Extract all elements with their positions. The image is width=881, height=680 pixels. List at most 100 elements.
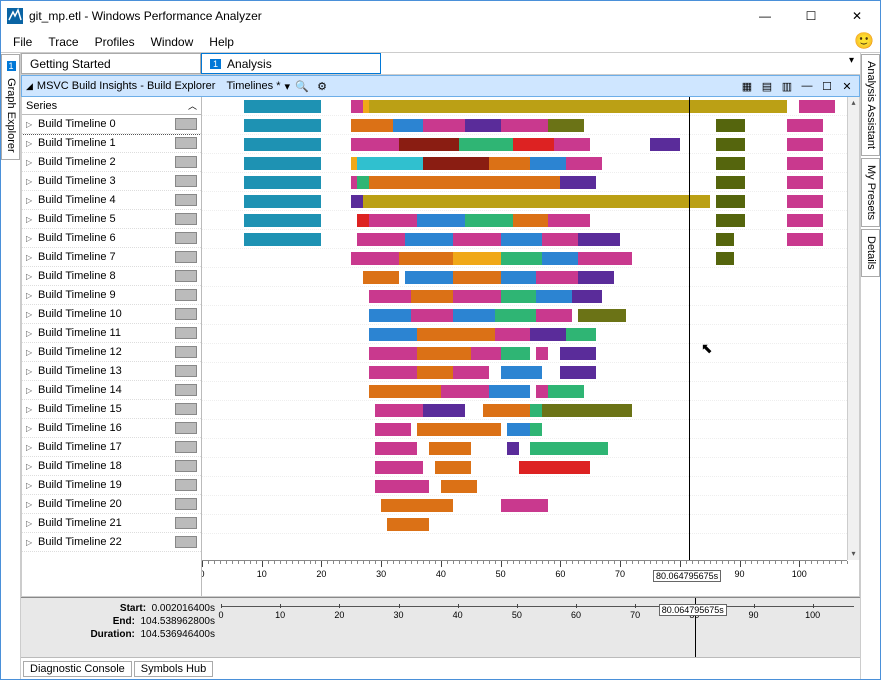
series-row[interactable]: ▷Build Timeline 14 xyxy=(22,381,201,400)
timeline-segment[interactable] xyxy=(244,176,322,189)
expand-icon[interactable]: ▷ xyxy=(26,538,34,547)
expand-icon[interactable]: ▷ xyxy=(26,462,34,471)
timeline-segment[interactable] xyxy=(716,252,734,265)
timeline-segment[interactable] xyxy=(787,138,823,151)
scroll-down-icon[interactable]: ▾ xyxy=(848,548,859,560)
timeline-segment[interactable] xyxy=(417,347,471,360)
timeline-row[interactable] xyxy=(202,154,847,173)
timeline-segment[interactable] xyxy=(787,157,823,170)
timeline-row[interactable] xyxy=(202,439,847,458)
timeline-row[interactable] xyxy=(202,97,847,116)
timeline-segment[interactable] xyxy=(501,499,549,512)
timeline-segment[interactable] xyxy=(351,195,363,208)
timeline-segment[interactable] xyxy=(244,233,322,246)
timeline-segment[interactable] xyxy=(363,195,709,208)
timeline-segment[interactable] xyxy=(787,214,823,227)
timeline-segment[interactable] xyxy=(435,461,471,474)
timeline-segment[interactable] xyxy=(375,480,429,493)
timeline-segment[interactable] xyxy=(375,461,423,474)
series-row[interactable]: ▷Build Timeline 8 xyxy=(22,267,201,286)
time-cursor[interactable] xyxy=(689,97,690,560)
timeline-segment[interactable] xyxy=(459,138,513,151)
timeline-row[interactable] xyxy=(202,192,847,211)
timeline-segment[interactable] xyxy=(489,157,531,170)
series-row[interactable]: ▷Build Timeline 20 xyxy=(22,495,201,514)
timeline-segment[interactable] xyxy=(578,252,632,265)
timeline-segment[interactable] xyxy=(716,176,746,189)
timeline-row[interactable] xyxy=(202,306,847,325)
timeline-segment[interactable] xyxy=(536,347,548,360)
timeline-segment[interactable] xyxy=(465,214,513,227)
my-presets-tab[interactable]: My Presets xyxy=(861,158,880,227)
timeline-segment[interactable] xyxy=(453,290,501,303)
expand-icon[interactable]: ▷ xyxy=(26,120,34,129)
graph-explorer-tab[interactable]: 1 Graph Explorer xyxy=(1,54,20,160)
timeline-segment[interactable] xyxy=(417,423,501,436)
timeline-segment[interactable] xyxy=(453,271,501,284)
timeline-segment[interactable] xyxy=(787,233,823,246)
timeline-segment[interactable] xyxy=(441,385,489,398)
series-row[interactable]: ▷Build Timeline 0 xyxy=(22,115,201,134)
timeline-segment[interactable] xyxy=(459,328,495,341)
timeline-row[interactable] xyxy=(202,477,847,496)
timeline-segment[interactable] xyxy=(542,252,578,265)
timeline-segment[interactable] xyxy=(465,119,501,132)
timeline-segment[interactable] xyxy=(441,480,477,493)
timeline-row[interactable] xyxy=(202,268,847,287)
timeline-segment[interactable] xyxy=(548,385,584,398)
series-row[interactable]: ▷Build Timeline 9 xyxy=(22,286,201,305)
timeline-segment[interactable] xyxy=(244,138,322,151)
timeline-segment[interactable] xyxy=(530,423,542,436)
timeline-segment[interactable] xyxy=(536,385,548,398)
expand-icon[interactable]: ▷ xyxy=(26,253,34,262)
timeline-row[interactable] xyxy=(202,287,847,306)
expand-icon[interactable]: ▷ xyxy=(26,329,34,338)
timeline-segment[interactable] xyxy=(548,214,590,227)
timeline-segment[interactable] xyxy=(787,119,823,132)
timeline-segment[interactable] xyxy=(244,195,322,208)
timeline-row[interactable] xyxy=(202,382,847,401)
timeline-segment[interactable] xyxy=(507,442,519,455)
timeline-segment[interactable] xyxy=(578,271,614,284)
timeline-segment[interactable] xyxy=(369,347,417,360)
menu-window[interactable]: Window xyxy=(143,33,202,51)
timeline-segment[interactable] xyxy=(787,195,823,208)
series-row[interactable]: ▷Build Timeline 15 xyxy=(22,400,201,419)
timeline-segment[interactable] xyxy=(554,138,590,151)
timeline-segment[interactable] xyxy=(375,442,417,455)
timeline-segment[interactable] xyxy=(542,404,632,417)
timeline-segment[interactable] xyxy=(357,214,369,227)
timeline-segment[interactable] xyxy=(357,176,369,189)
timeline-segment[interactable] xyxy=(369,214,417,227)
timeline-segment[interactable] xyxy=(799,100,835,113)
preset-selector[interactable]: Timelines * xyxy=(227,80,281,92)
timeline-segment[interactable] xyxy=(501,252,543,265)
timeline-segment[interactable] xyxy=(578,233,620,246)
scroll-up-icon[interactable]: ▴ xyxy=(848,97,859,109)
timeline-segment[interactable] xyxy=(411,309,453,322)
timeline-row[interactable] xyxy=(202,401,847,420)
timeline-segment[interactable] xyxy=(381,499,453,512)
symbols-hub-button[interactable]: Symbols Hub xyxy=(134,661,213,677)
timeline-row[interactable] xyxy=(202,515,847,534)
gear-icon[interactable]: ⚙ xyxy=(314,78,330,94)
series-row[interactable]: ▷Build Timeline 4 xyxy=(22,191,201,210)
expand-icon[interactable]: ▷ xyxy=(26,310,34,319)
expand-icon[interactable]: ▷ xyxy=(26,177,34,186)
timeline-segment[interactable] xyxy=(375,404,423,417)
titlebar[interactable]: git_mp.etl - Windows Performance Analyze… xyxy=(1,1,880,31)
timeline-segment[interactable] xyxy=(501,271,537,284)
timeline-segment[interactable] xyxy=(530,404,542,417)
tab-getting-started[interactable]: Getting Started xyxy=(21,53,201,74)
timeline-row[interactable] xyxy=(202,344,847,363)
expand-icon[interactable]: ▷ xyxy=(26,291,34,300)
timeline-row[interactable] xyxy=(202,496,847,515)
view-mode-1-icon[interactable]: ▦ xyxy=(739,78,755,94)
timeline-segment[interactable] xyxy=(471,347,501,360)
timeline-segment[interactable] xyxy=(369,366,417,379)
series-row[interactable]: ▷Build Timeline 5 xyxy=(22,210,201,229)
panel-close-icon[interactable]: ✕ xyxy=(839,78,855,94)
expand-icon[interactable]: ▷ xyxy=(26,234,34,243)
timeline-segment[interactable] xyxy=(244,214,322,227)
panel-min-icon[interactable]: — xyxy=(799,78,815,94)
